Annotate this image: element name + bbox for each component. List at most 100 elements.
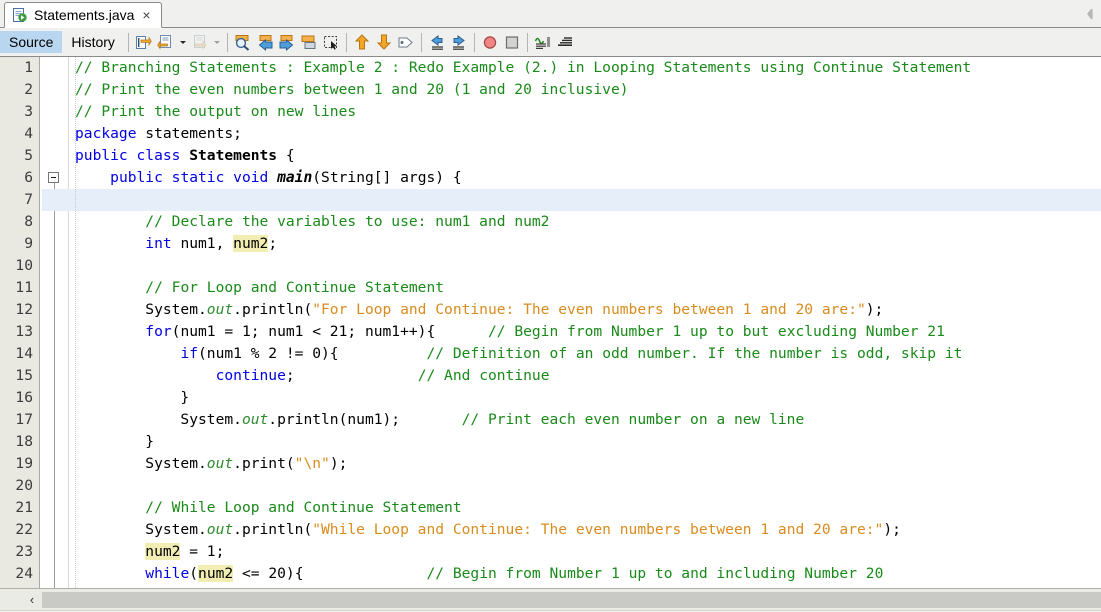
code-line[interactable] <box>42 255 1101 277</box>
line-number: 22 <box>15 521 33 538</box>
code-line[interactable]: // While Loop and Continue Statement <box>42 497 1101 519</box>
code-token: } <box>75 433 155 450</box>
toggle-breakpoint-icon[interactable] <box>479 31 501 53</box>
tab-history[interactable]: History <box>62 31 124 53</box>
shift-line-left-icon[interactable] <box>155 31 177 53</box>
code-token: ); <box>329 455 348 472</box>
code-text-area[interactable]: // Branching Statements : Example 2 : Re… <box>42 57 1101 588</box>
toolbar-separator <box>226 32 228 52</box>
code-line[interactable]: System.out.println(num1); // Print each … <box>42 409 1101 431</box>
code-line[interactable]: System.out.println("While Loop and Conti… <box>42 519 1101 541</box>
code-line[interactable]: if(num1 % 2 != 0){ // Definition of an o… <box>42 343 1101 365</box>
code-token: ; <box>268 235 278 252</box>
line-number: 14 <box>15 345 33 362</box>
code-token: // Definition of an odd number. If the n… <box>426 345 963 362</box>
code-token: out <box>206 455 234 472</box>
file-tab-statements-java[interactable]: Statements.java × <box>4 2 162 28</box>
code-line[interactable] <box>42 475 1101 497</box>
code-line[interactable]: System.out.print("\n"); <box>42 453 1101 475</box>
stop-icon[interactable] <box>501 31 523 53</box>
highlighted-token: num2 <box>145 543 181 560</box>
line-number: 4 <box>24 125 33 142</box>
previous-error-icon[interactable] <box>351 31 373 53</box>
code-line[interactable]: } <box>42 387 1101 409</box>
code-line[interactable]: public static void main(String[] args) { <box>42 167 1101 189</box>
find-selection-icon[interactable] <box>232 31 254 53</box>
code-line[interactable]: while(num2 <= 20){ // Begin from Number … <box>42 563 1101 585</box>
line-number: 19 <box>15 455 33 472</box>
code-editor[interactable]: 1 2 3 4 5 6 7 8 9 10 11 12 13 14 15 16 17 18 19 20 21 22 23 24 … <box>0 57 1101 588</box>
code-line[interactable]: // Print the even numbers between 1 and … <box>42 79 1101 101</box>
inspect-icon[interactable] <box>395 31 417 53</box>
code-line[interactable]: package statements; <box>42 123 1101 145</box>
toggle-highlight-search-icon[interactable] <box>532 31 554 53</box>
horizontal-scrollbar[interactable]: ‹ <box>0 588 1101 610</box>
close-icon[interactable]: × <box>140 8 152 22</box>
previous-bookmark-icon[interactable] <box>254 31 276 53</box>
toggle-rectangular-selection-icon[interactable] <box>320 31 342 53</box>
toggle-bookmark-icon[interactable] <box>298 31 320 53</box>
code-token: num1, <box>171 235 234 252</box>
tab-source[interactable]: Source <box>0 31 63 53</box>
code-line[interactable]: // Branching Statements : Example 2 : Re… <box>42 57 1101 79</box>
next-error-icon[interactable] <box>373 31 395 53</box>
code-token: out <box>206 521 234 538</box>
code-token: ); <box>865 301 884 318</box>
line-number: 15 <box>15 367 33 384</box>
line-number: 17 <box>15 411 33 428</box>
code-line[interactable]: for(num1 = 1; num1 < 21; num1++){ // Beg… <box>42 321 1101 343</box>
code-token: .print( <box>233 455 295 472</box>
dropdown-arrow-icon[interactable] <box>177 31 189 53</box>
line-number: 18 <box>15 433 33 450</box>
collapse-left-arrow-icon[interactable] <box>1083 7 1095 21</box>
code-token: System. <box>75 301 207 318</box>
java-file-icon <box>12 7 28 23</box>
shift-line-right-icon[interactable] <box>189 31 211 53</box>
code-line[interactable]: // For Loop and Continue Statement <box>42 277 1101 299</box>
code-token: System. <box>75 455 207 472</box>
code-line[interactable]: System.out.println("For Loop and Continu… <box>42 299 1101 321</box>
code-line[interactable]: // Declare the variables to use: num1 an… <box>42 211 1101 233</box>
highlighted-token: num2 <box>233 235 269 252</box>
code-token: // And continue <box>417 367 550 384</box>
code-token: // For Loop and Continue Statement <box>145 279 445 296</box>
last-edit-icon[interactable] <box>133 31 155 53</box>
next-bookmark-icon[interactable] <box>276 31 298 53</box>
scroll-left-button[interactable]: ‹ <box>22 589 42 610</box>
code-token: for <box>145 323 172 340</box>
code-token: <= 20){ <box>233 565 427 582</box>
code-token: main <box>277 169 313 186</box>
scrollbar-track[interactable] <box>42 591 1101 608</box>
code-token: { <box>277 147 295 164</box>
line-number: 13 <box>15 323 33 340</box>
code-token: (num1 = 1; num1 < 21; num1++){ <box>171 323 488 340</box>
dropdown-arrow-icon[interactable] <box>211 31 223 53</box>
code-line[interactable] <box>42 189 1101 211</box>
code-line[interactable]: // Print the output on new lines <box>42 101 1101 123</box>
code-token: package <box>75 125 137 142</box>
netbeans-editor-window: Statements.java × Source History 1 2 3 4… <box>0 0 1101 612</box>
shift-left-icon[interactable] <box>426 31 448 53</box>
code-line[interactable]: num2 = 1; <box>42 541 1101 563</box>
code-line[interactable]: int num1, num2; <box>42 233 1101 255</box>
file-tab-label: Statements.java <box>34 7 135 23</box>
previous-matching-word-icon[interactable] <box>554 31 576 53</box>
code-token: } <box>75 389 190 406</box>
line-number: 8 <box>24 213 33 230</box>
code-line[interactable]: public class Statements { <box>42 145 1101 167</box>
code-line[interactable]: continue; // And continue <box>42 365 1101 387</box>
code-token: .println( <box>233 521 313 538</box>
code-line[interactable]: } <box>42 431 1101 453</box>
code-token: // Declare the variables to use: num1 an… <box>145 213 550 230</box>
code-token: (String[] args) { <box>312 169 462 186</box>
code-token: "For Loop and Continue: The even numbers… <box>312 301 866 318</box>
toolbar-separator <box>420 32 422 52</box>
code-token: int <box>145 235 172 252</box>
shift-right-icon[interactable] <box>448 31 470 53</box>
code-token: // Print the output on new lines <box>75 103 357 120</box>
